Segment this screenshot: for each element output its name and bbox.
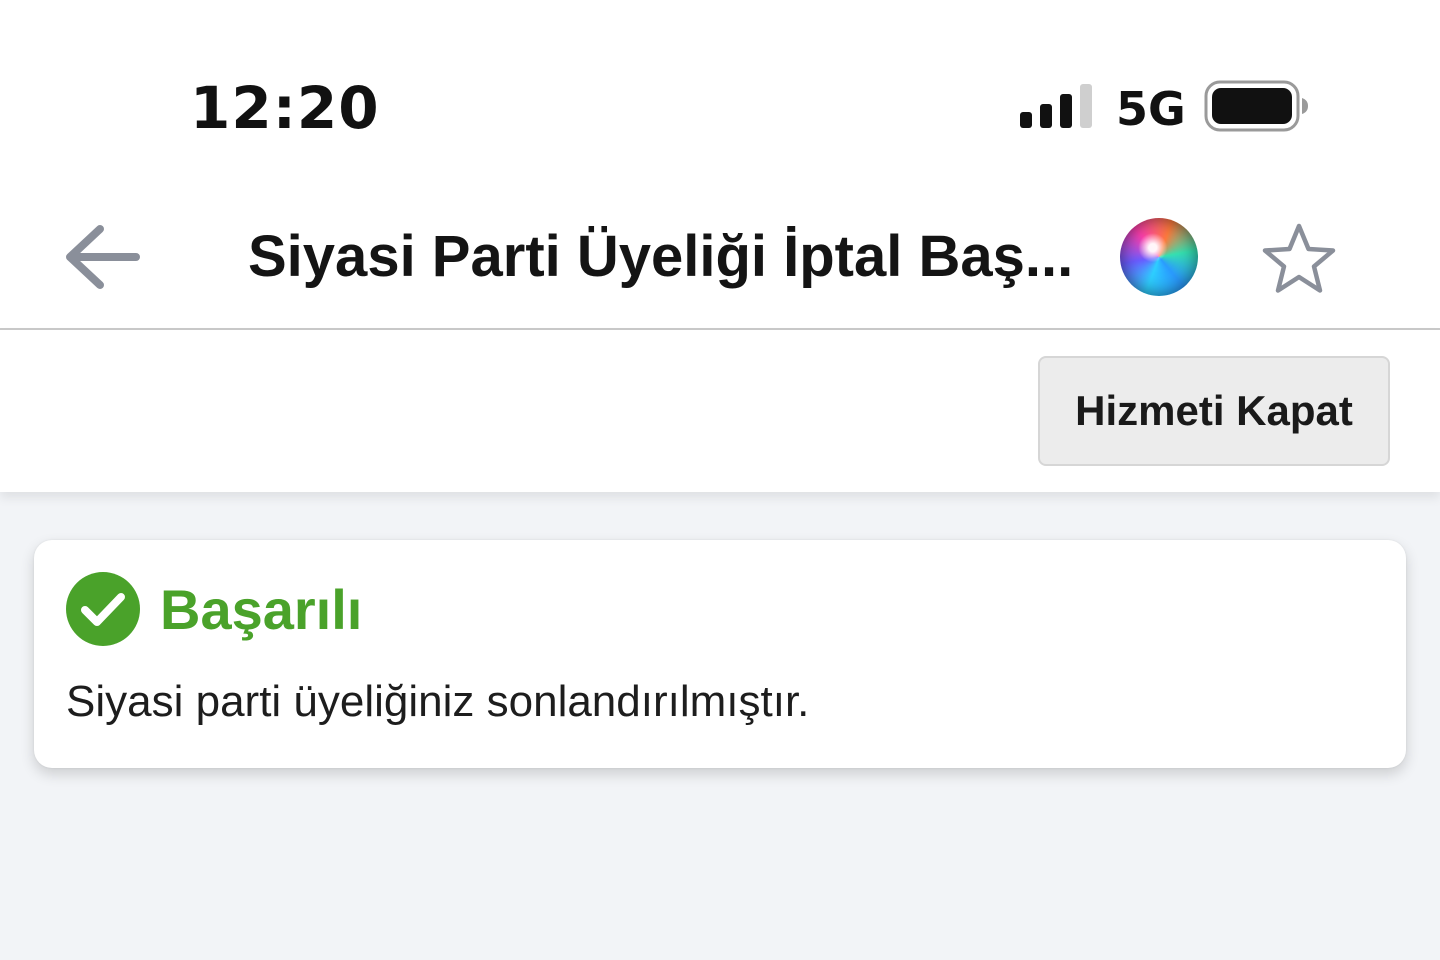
alert-message: Siyasi parti üyeliğiniz sonlandırılmıştı… — [66, 677, 810, 726]
network-type: 5G — [1116, 82, 1186, 136]
status-time: 12:20 — [190, 74, 380, 142]
cellular-signal-icon — [1020, 84, 1092, 128]
app-screen: 12:20 5G Siyasi Parti Üyeliği İptal Baş.… — [0, 0, 1440, 960]
star-outline-icon[interactable] — [1260, 220, 1338, 298]
success-alert-card: Başarılı Siyasi parti üyeliğiniz sonland… — [34, 540, 1406, 768]
battery-icon — [1204, 80, 1308, 132]
page-title: Siyasi Parti Üyeliği İptal Baş... — [248, 224, 1074, 289]
siri-icon[interactable] — [1120, 218, 1198, 296]
status-bar: 12:20 5G — [0, 0, 1440, 190]
close-service-button[interactable]: Hizmeti Kapat — [1038, 356, 1390, 466]
alert-title: Başarılı — [160, 578, 363, 641]
action-bar: Hizmeti Kapat — [0, 330, 1440, 492]
back-arrow-icon[interactable] — [60, 220, 144, 294]
check-circle-icon — [66, 572, 140, 646]
nav-header: Siyasi Parti Üyeliği İptal Baş... — [0, 190, 1440, 330]
